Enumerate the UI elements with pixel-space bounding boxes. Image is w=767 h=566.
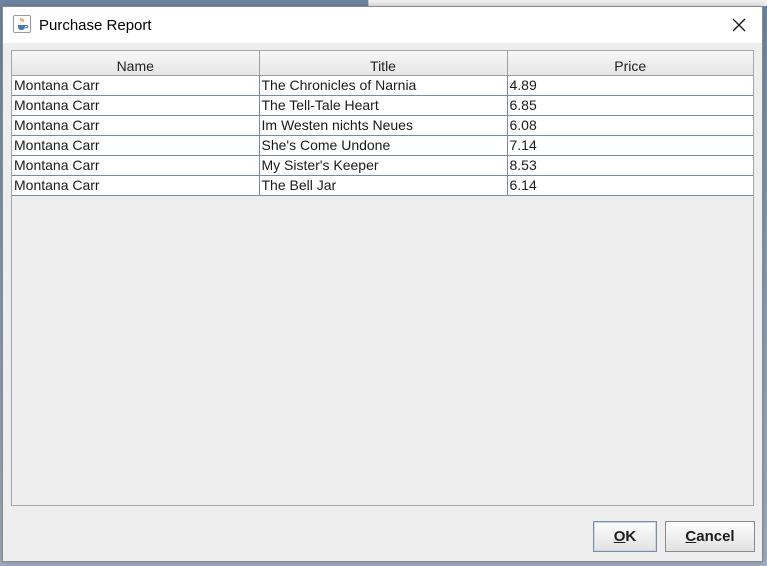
- ok-mnemonic: O: [613, 528, 626, 545]
- cell-title[interactable]: The Bell Jar: [259, 175, 508, 196]
- purchase-report-dialog: Purchase Report Name Title Price Montana…: [2, 6, 763, 562]
- cell-price[interactable]: 4.89: [507, 75, 753, 96]
- purchase-table-scrollpane[interactable]: Name Title Price Montana Carr The Chroni…: [11, 50, 754, 506]
- cell-name[interactable]: Montana Carr: [12, 135, 260, 156]
- cell-title[interactable]: My Sister's Keeper: [259, 155, 508, 176]
- column-header-name[interactable]: Name: [12, 51, 260, 76]
- cancel-button[interactable]: Cancel: [665, 521, 755, 552]
- table-row[interactable]: Montana Carr She's Come Undone 7.14: [12, 135, 753, 156]
- cell-price[interactable]: 6.14: [507, 175, 753, 196]
- close-button[interactable]: [716, 7, 762, 43]
- table-row[interactable]: Montana Carr Im Westen nichts Neues 6.08: [12, 115, 753, 136]
- ok-label-rest: K: [625, 528, 637, 545]
- cell-price[interactable]: 7.14: [507, 135, 753, 156]
- cancel-label-rest: ancel: [696, 528, 735, 545]
- cancel-mnemonic: C: [685, 528, 697, 545]
- table-row[interactable]: Montana Carr My Sister's Keeper 8.53: [12, 155, 753, 176]
- column-header-price[interactable]: Price: [507, 51, 753, 76]
- cell-title[interactable]: The Tell-Tale Heart: [259, 95, 508, 116]
- ok-button[interactable]: OK: [593, 521, 657, 552]
- table-row[interactable]: Montana Carr The Bell Jar 6.14: [12, 175, 753, 196]
- cell-name[interactable]: Montana Carr: [12, 155, 260, 176]
- cell-price[interactable]: 8.53: [507, 155, 753, 176]
- close-icon: [732, 18, 746, 32]
- cell-price[interactable]: 6.08: [507, 115, 753, 136]
- cell-name[interactable]: Montana Carr: [12, 95, 260, 116]
- title-bar[interactable]: Purchase Report: [3, 7, 762, 43]
- table-header-row: Name Title Price: [12, 51, 753, 76]
- column-header-title[interactable]: Title: [259, 51, 508, 76]
- table-row[interactable]: Montana Carr The Tell-Tale Heart 6.85: [12, 95, 753, 116]
- cell-name[interactable]: Montana Carr: [12, 75, 260, 96]
- cell-title[interactable]: The Chronicles of Narnia: [259, 75, 508, 96]
- cell-name[interactable]: Montana Carr: [12, 175, 260, 196]
- window-title: Purchase Report: [39, 17, 152, 34]
- cell-name[interactable]: Montana Carr: [12, 115, 260, 136]
- cell-title[interactable]: She's Come Undone: [259, 135, 508, 156]
- purchase-table[interactable]: Name Title Price Montana Carr The Chroni…: [12, 51, 753, 196]
- java-coffee-cup-icon: [13, 15, 31, 33]
- cell-title[interactable]: Im Westen nichts Neues: [259, 115, 508, 136]
- table-row[interactable]: Montana Carr The Chronicles of Narnia 4.…: [12, 75, 753, 96]
- cell-price[interactable]: 6.85: [507, 95, 753, 116]
